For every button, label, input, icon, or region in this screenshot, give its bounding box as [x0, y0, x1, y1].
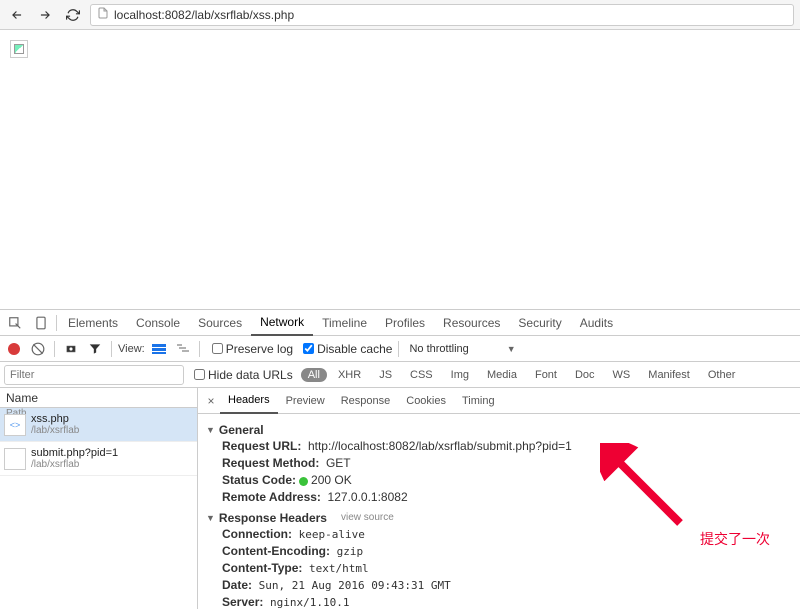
filter-input[interactable]: [4, 365, 184, 385]
request-item[interactable]: <>xss.php/lab/xsrflab: [0, 408, 197, 442]
details-tab-response[interactable]: Response: [333, 388, 399, 414]
remote-address: Remote Address: 127.0.0.1:8082: [206, 489, 792, 506]
response-header: Server: nginx/1.10.1: [206, 594, 792, 609]
details-tab-timing[interactable]: Timing: [454, 388, 503, 414]
forward-button[interactable]: [34, 4, 56, 26]
devtools-panel: ElementsConsoleSourcesNetworkTimelinePro…: [0, 310, 800, 609]
browser-toolbar: localhost:8082/lab/xsrflab/xss.php: [0, 0, 800, 30]
broken-image-icon: [10, 40, 28, 58]
filter-type-all[interactable]: All: [301, 368, 327, 382]
request-list: NamePath <>xss.php/lab/xsrflabsubmit.php…: [0, 388, 198, 609]
annotation-text: 提交了一次: [700, 529, 770, 549]
request-method: Request Method: GET: [206, 455, 792, 472]
devtools-tab-resources[interactable]: Resources: [434, 310, 509, 336]
record-button[interactable]: [4, 339, 24, 359]
devtools-tab-elements[interactable]: Elements: [59, 310, 127, 336]
details-tab-headers[interactable]: Headers: [220, 388, 278, 414]
preserve-log-checkbox[interactable]: Preserve log: [212, 342, 293, 356]
devtools-tab-sources[interactable]: Sources: [189, 310, 251, 336]
filter-type-media[interactable]: Media: [480, 368, 524, 382]
view-label: View:: [118, 343, 145, 355]
clear-button[interactable]: [28, 339, 48, 359]
devtools-tab-profiles[interactable]: Profiles: [376, 310, 434, 336]
back-button[interactable]: [6, 4, 28, 26]
hide-data-urls-checkbox[interactable]: Hide data URLs: [194, 368, 293, 382]
close-details-button[interactable]: ×: [202, 394, 220, 408]
device-icon[interactable]: [28, 310, 54, 336]
filter-icon[interactable]: [85, 339, 105, 359]
devtools-tab-security[interactable]: Security: [509, 310, 570, 336]
filter-type-font[interactable]: Font: [528, 368, 564, 382]
view-source-link[interactable]: view source: [341, 510, 394, 526]
response-header: Date: Sun, 21 Aug 2016 09:43:31 GMT: [206, 577, 792, 594]
filter-type-css[interactable]: CSS: [403, 368, 440, 382]
page-viewport: [0, 30, 800, 310]
response-headers-section[interactable]: ▼Response Headersview source: [206, 510, 792, 526]
details-tabs: × HeadersPreviewResponseCookiesTiming: [198, 388, 800, 414]
request-url: Request URL: http://localhost:8082/lab/x…: [206, 438, 792, 455]
devtools-tab-timeline[interactable]: Timeline: [313, 310, 376, 336]
url-host: localhost: [114, 8, 161, 22]
inspect-icon[interactable]: [2, 310, 28, 336]
overview-icon[interactable]: [173, 339, 193, 359]
devtools-tab-audits[interactable]: Audits: [571, 310, 622, 336]
large-rows-icon[interactable]: [149, 339, 169, 359]
status-code: Status Code:200 OK: [206, 472, 792, 489]
response-header: Content-Type: text/html: [206, 560, 792, 577]
disable-cache-checkbox[interactable]: Disable cache: [303, 342, 392, 356]
filter-type-doc[interactable]: Doc: [568, 368, 602, 382]
filter-type-manifest[interactable]: Manifest: [641, 368, 697, 382]
page-icon: [97, 6, 109, 23]
reload-button[interactable]: [62, 4, 84, 26]
network-toolbar: View: Preserve log Disable cache No thro…: [0, 336, 800, 362]
devtools-tab-console[interactable]: Console: [127, 310, 189, 336]
filter-type-js[interactable]: JS: [372, 368, 399, 382]
file-icon: <>: [4, 414, 26, 436]
general-section[interactable]: ▼General: [206, 422, 792, 438]
details-tab-cookies[interactable]: Cookies: [398, 388, 454, 414]
request-details: × HeadersPreviewResponseCookiesTiming ▼G…: [198, 388, 800, 609]
filter-bar: Hide data URLs All XHR JS CSS Img Media Font Do…: [0, 362, 800, 388]
capture-icon[interactable]: [61, 339, 81, 359]
filter-type-other[interactable]: Other: [701, 368, 743, 382]
throttling-chevron-icon[interactable]: ▼: [507, 344, 516, 354]
address-bar[interactable]: localhost:8082/lab/xsrflab/xss.php: [90, 4, 794, 26]
request-item[interactable]: submit.php?pid=1/lab/xsrflab: [0, 442, 197, 476]
throttling-select[interactable]: No throttling: [409, 343, 468, 355]
filter-type-img[interactable]: Img: [444, 368, 476, 382]
filter-type-xhr[interactable]: XHR: [331, 368, 368, 382]
details-tab-preview[interactable]: Preview: [278, 388, 333, 414]
filter-type-ws[interactable]: WS: [606, 368, 638, 382]
file-icon: [4, 448, 26, 470]
devtools-tab-bar: ElementsConsoleSourcesNetworkTimelinePro…: [0, 310, 800, 336]
devtools-tab-network[interactable]: Network: [251, 310, 313, 336]
url-rest: :8082/lab/xsrflab/xss.php: [161, 8, 294, 22]
request-list-header: NamePath: [0, 388, 197, 408]
